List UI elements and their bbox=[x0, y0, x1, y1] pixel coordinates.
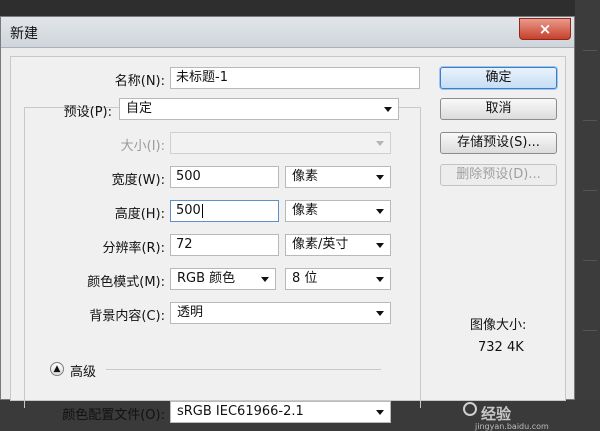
name-input[interactable]: 未标题-1 bbox=[170, 67, 420, 89]
close-button[interactable]: × bbox=[519, 18, 571, 40]
background-contents-label: 背景内容(C): bbox=[89, 309, 165, 324]
width-label: 宽度(W): bbox=[111, 173, 165, 188]
collapse-chevron-icon[interactable]: ▲ bbox=[50, 362, 64, 376]
bit-depth-select[interactable]: 8 位 bbox=[285, 268, 391, 290]
resolution-label: 分辨率(R): bbox=[102, 241, 165, 256]
preset-label: 预设(P): bbox=[63, 105, 112, 120]
color-profile-value: sRGB IEC61966-2.1 bbox=[177, 404, 304, 419]
watermark: 经验 jingyan.baidu.com bbox=[475, 403, 549, 431]
ruler-tick bbox=[583, 190, 597, 191]
title-bar[interactable]: 新建 × bbox=[1, 17, 574, 48]
ok-button[interactable]: 确定 bbox=[440, 67, 557, 89]
width-unit-value: 像素 bbox=[292, 169, 319, 184]
delete-preset-button: 删除预设(D)... bbox=[440, 164, 557, 186]
width-unit-select[interactable]: 像素 bbox=[285, 166, 391, 188]
background-contents-value: 透明 bbox=[177, 305, 204, 320]
height-unit-value: 像素 bbox=[292, 203, 319, 218]
advanced-divider bbox=[106, 369, 381, 370]
background-right-panel bbox=[575, 0, 600, 400]
dialog-title: 新建 bbox=[10, 26, 38, 42]
image-size-value: 732 4K bbox=[478, 340, 524, 355]
color-profile-select[interactable]: sRGB IEC61966-2.1 bbox=[170, 401, 391, 423]
watermark-subtext: jingyan.baidu.com bbox=[475, 422, 549, 431]
dropdown-arrow-icon bbox=[384, 107, 392, 112]
dropdown-arrow-icon bbox=[376, 311, 384, 316]
resolution-unit-value: 像素/英寸 bbox=[292, 237, 349, 252]
ruler-tick bbox=[583, 260, 597, 261]
image-size-label: 图像大小: bbox=[470, 318, 527, 333]
resolution-unit-select[interactable]: 像素/英寸 bbox=[285, 234, 391, 256]
dropdown-arrow-icon bbox=[376, 410, 384, 415]
size-label: 大小(I): bbox=[120, 139, 165, 154]
new-document-dialog: 新建 × 名称(N): 未标题-1 预设(P): 自定 大小(I): 宽度(W)… bbox=[0, 16, 575, 431]
height-label: 高度(H): bbox=[114, 207, 165, 222]
height-unit-select[interactable]: 像素 bbox=[285, 200, 391, 222]
ruler-tick bbox=[583, 120, 597, 121]
bit-depth-value: 8 位 bbox=[292, 271, 318, 286]
watermark-text: 经验 bbox=[481, 405, 512, 423]
color-mode-select[interactable]: RGB 颜色 bbox=[170, 268, 276, 290]
dialog-content: 名称(N): 未标题-1 预设(P): 自定 大小(I): 宽度(W): 500… bbox=[10, 56, 566, 431]
color-mode-value: RGB 颜色 bbox=[177, 271, 236, 286]
preset-select-value: 自定 bbox=[126, 101, 153, 116]
dropdown-arrow-icon bbox=[376, 175, 384, 180]
ruler-tick bbox=[583, 330, 597, 331]
advanced-toggle-label[interactable]: 高级 bbox=[70, 361, 96, 380]
preset-select[interactable]: 自定 bbox=[119, 98, 399, 120]
save-preset-button[interactable]: 存储预设(S)... bbox=[440, 132, 557, 154]
height-input[interactable]: 500 bbox=[170, 200, 279, 222]
dropdown-arrow-icon bbox=[376, 277, 384, 282]
dropdown-arrow-icon bbox=[376, 141, 384, 146]
height-input-value: 500 bbox=[176, 203, 201, 218]
width-input[interactable]: 500 bbox=[170, 166, 279, 188]
dropdown-arrow-icon bbox=[376, 243, 384, 248]
resolution-input[interactable]: 72 bbox=[170, 234, 279, 256]
background-contents-select[interactable]: 透明 bbox=[170, 302, 391, 324]
dropdown-arrow-icon bbox=[261, 277, 269, 282]
cancel-button[interactable]: 取消 bbox=[440, 98, 557, 120]
text-caret bbox=[201, 203, 203, 218]
name-label: 名称(N): bbox=[114, 74, 165, 89]
ruler-tick bbox=[583, 50, 597, 51]
close-icon: × bbox=[538, 20, 552, 38]
color-mode-label: 颜色模式(M): bbox=[87, 275, 165, 290]
size-select bbox=[170, 132, 391, 154]
dropdown-arrow-icon bbox=[376, 209, 384, 214]
watermark-logo-icon bbox=[463, 402, 477, 416]
color-profile-label: 颜色配置文件(O): bbox=[62, 408, 165, 423]
